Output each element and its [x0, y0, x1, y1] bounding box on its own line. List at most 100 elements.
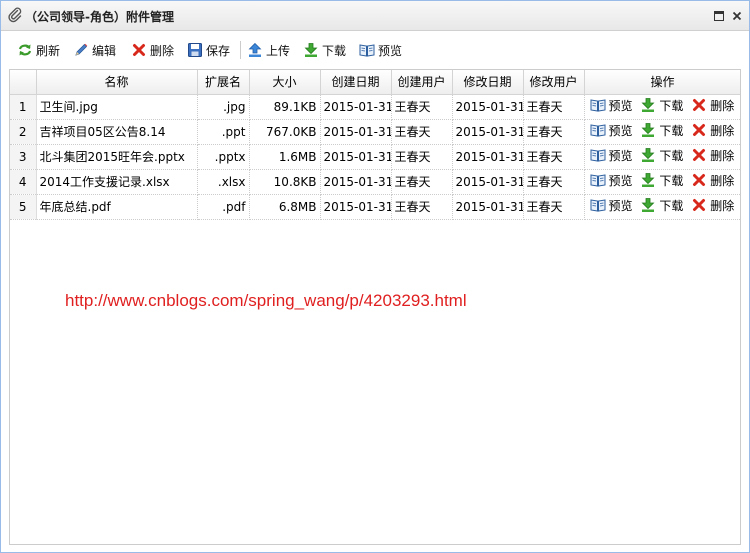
book-icon	[359, 44, 375, 57]
cell-created-user: 王春天	[391, 119, 453, 145]
cell-actions: 预览 下载 删除	[584, 144, 740, 170]
table-row[interactable]: 2 吉祥项目05区公告8.14 .ppt 767.0KB 2015-01-31 …	[10, 119, 740, 145]
cell-created-date: 2015-01-31	[320, 94, 392, 120]
cell-actions: 预览 下载 删除	[584, 119, 740, 145]
row-delete-action[interactable]: 删除	[691, 197, 734, 214]
pencil-icon	[75, 43, 88, 56]
row-preview-action[interactable]: 预览	[590, 147, 633, 164]
cell-actions: 预览 下载 删除	[584, 94, 740, 120]
cell-modified-date: 2015-01-31	[452, 144, 524, 170]
book-icon	[590, 174, 605, 187]
cell-created-date: 2015-01-31	[320, 119, 392, 145]
cell-modified-user: 王春天	[523, 144, 585, 170]
row-preview-action[interactable]: 预览	[590, 197, 633, 214]
cell-name: 2014工作支援记录.xlsx	[36, 169, 198, 195]
download-icon	[641, 198, 655, 213]
row-download-label: 下载	[659, 98, 684, 113]
row-preview-action[interactable]: 预览	[590, 97, 633, 114]
row-delete-action[interactable]: 删除	[691, 122, 734, 139]
close-icon[interactable]	[731, 10, 743, 22]
cell-extension: .pptx	[197, 144, 250, 170]
download-button[interactable]: 下载	[303, 39, 346, 61]
cell-modified-date: 2015-01-31	[452, 194, 524, 220]
delete-button[interactable]: 删除	[131, 39, 174, 61]
download-icon	[641, 98, 655, 113]
row-preview-action[interactable]: 预览	[590, 122, 633, 139]
row-preview-label: 预览	[608, 148, 633, 163]
book-icon	[590, 199, 605, 212]
download-icon	[641, 173, 655, 188]
edit-label: 编辑	[92, 43, 117, 58]
table-row[interactable]: 3 北斗集团2015旺年会.pptx .pptx 1.6MB 2015-01-3…	[10, 144, 740, 170]
table-row[interactable]: 1 卫生间.jpg .jpg 89.1KB 2015-01-31 王春天 201…	[10, 94, 740, 120]
edit-button[interactable]: 编辑	[73, 39, 116, 61]
watermark-url: http://www.cnblogs.com/spring_wang/p/420…	[65, 291, 467, 310]
cell-size: 10.8KB	[249, 169, 321, 195]
toolbar-separator	[240, 41, 241, 59]
row-download-action[interactable]: 下载	[640, 122, 683, 139]
upload-icon	[248, 42, 262, 57]
book-icon	[590, 149, 605, 162]
save-button[interactable]: 保存	[187, 39, 230, 61]
cell-modified-date: 2015-01-31	[452, 119, 524, 145]
download-icon	[641, 148, 655, 163]
table-row[interactable]: 5 年底总结.pdf .pdf 6.8MB 2015-01-31 王春天 201…	[10, 194, 740, 220]
preview-button[interactable]: 预览	[359, 39, 402, 61]
delete-icon	[693, 199, 706, 212]
refresh-button[interactable]: 刷新	[17, 39, 60, 61]
header-created-date[interactable]: 创建日期	[320, 70, 392, 95]
row-delete-action[interactable]: 删除	[691, 147, 734, 164]
cell-modified-user: 王春天	[523, 169, 585, 195]
header-size[interactable]: 大小	[249, 70, 321, 95]
row-preview-label: 预览	[608, 123, 633, 138]
floppy-disk-icon	[188, 43, 202, 57]
attachment-manager-window: （公司领导-角色）附件管理 刷新 编辑 删除 保存 上传 下载 预览 名称 扩展…	[0, 0, 750, 553]
header-extension[interactable]: 扩展名	[197, 70, 250, 95]
delete-label: 删除	[150, 43, 175, 58]
row-preview-label: 预览	[608, 98, 633, 113]
cell-extension: .xlsx	[197, 169, 250, 195]
cell-created-user: 王春天	[391, 194, 453, 220]
header-created-user[interactable]: 创建用户	[391, 70, 453, 95]
row-preview-action[interactable]: 预览	[590, 172, 633, 189]
toolbar: 刷新 编辑 删除 保存 上传 下载 预览	[7, 35, 743, 65]
row-download-label: 下载	[659, 198, 684, 213]
cell-name: 北斗集团2015旺年会.pptx	[36, 144, 198, 170]
maximize-icon[interactable]	[713, 10, 725, 22]
download-label: 下载	[322, 43, 347, 58]
header-modified-user[interactable]: 修改用户	[523, 70, 585, 95]
cell-actions: 预览 下载 删除	[584, 194, 740, 220]
header-rownumber	[10, 70, 37, 95]
row-download-action[interactable]: 下载	[640, 97, 683, 114]
cell-size: 767.0KB	[249, 119, 321, 145]
row-download-action[interactable]: 下载	[640, 147, 683, 164]
row-delete-label: 删除	[710, 123, 735, 138]
cell-created-date: 2015-01-31	[320, 144, 392, 170]
save-label: 保存	[206, 43, 231, 58]
cell-size: 1.6MB	[249, 144, 321, 170]
table-row[interactable]: 4 2014工作支援记录.xlsx .xlsx 10.8KB 2015-01-3…	[10, 169, 740, 195]
row-preview-label: 预览	[608, 173, 633, 188]
upload-button[interactable]: 上传	[247, 39, 290, 61]
cell-created-date: 2015-01-31	[320, 169, 392, 195]
cell-created-date: 2015-01-31	[320, 194, 392, 220]
window-title: （公司领导-角色）附件管理	[25, 10, 174, 24]
cell-created-user: 王春天	[391, 169, 453, 195]
row-download-label: 下载	[659, 123, 684, 138]
row-download-action[interactable]: 下载	[640, 172, 683, 189]
table-body: 1 卫生间.jpg .jpg 89.1KB 2015-01-31 王春天 201…	[10, 94, 740, 220]
row-delete-action[interactable]: 删除	[691, 97, 734, 114]
row-download-action[interactable]: 下载	[640, 197, 683, 214]
cell-modified-user: 王春天	[523, 119, 585, 145]
cell-extension: .ppt	[197, 119, 250, 145]
header-name[interactable]: 名称	[36, 70, 198, 95]
row-delete-action[interactable]: 删除	[691, 172, 734, 189]
download-icon	[304, 43, 318, 57]
cell-modified-user: 王春天	[523, 94, 585, 120]
header-modified-date[interactable]: 修改日期	[452, 70, 524, 95]
cell-name: 年底总结.pdf	[36, 194, 198, 220]
cell-size: 6.8MB	[249, 194, 321, 220]
delete-icon	[693, 99, 706, 112]
delete-icon	[693, 124, 706, 137]
delete-icon	[693, 174, 706, 187]
